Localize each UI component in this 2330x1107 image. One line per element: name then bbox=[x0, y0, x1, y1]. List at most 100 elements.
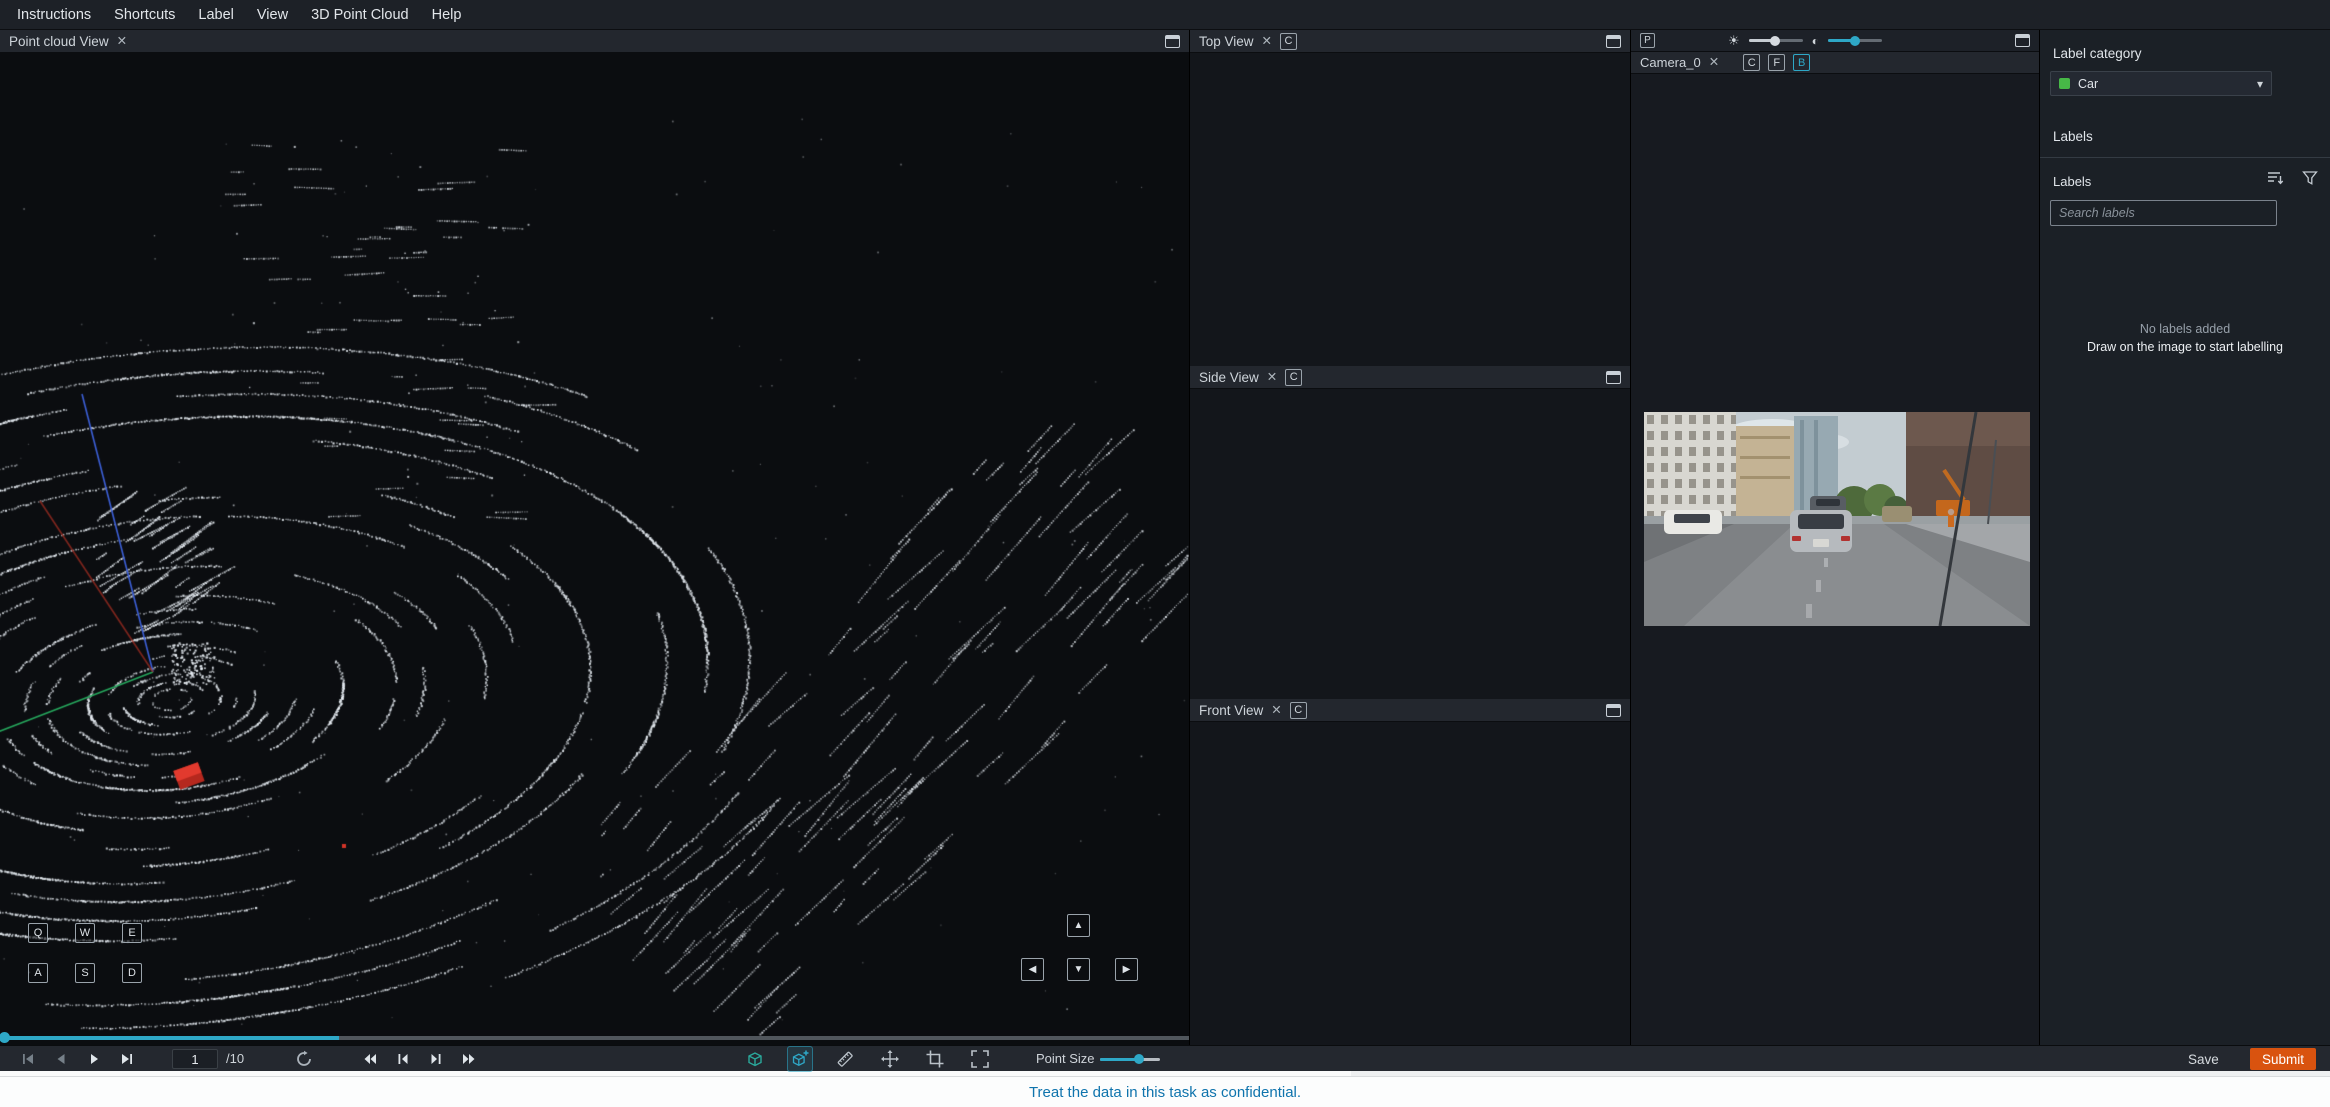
maximize-icon[interactable] bbox=[1165, 34, 1180, 48]
menu-help[interactable]: Help bbox=[427, 7, 467, 23]
top-view-panel: Top View ✕ C bbox=[1189, 30, 1630, 366]
frame-total-label: /10 bbox=[226, 1051, 245, 1066]
camera-b-button[interactable]: B bbox=[1793, 54, 1811, 71]
close-icon[interactable]: ✕ bbox=[1262, 35, 1272, 48]
key-d-button[interactable]: D bbox=[122, 963, 142, 983]
fullscreen-tool-icon[interactable] bbox=[967, 1046, 993, 1072]
front-view-camera-button[interactable]: C bbox=[1289, 701, 1307, 719]
menubar: Instructions Shortcuts Label View 3D Poi… bbox=[0, 0, 2330, 30]
top-view-header: Top View ✕ C bbox=[1190, 30, 1630, 53]
confidential-message: Treat the data in this task as confident… bbox=[1028, 1083, 1302, 1101]
front-view-title: Front View bbox=[1199, 702, 1264, 718]
maximize-icon[interactable] bbox=[2015, 34, 2030, 47]
labels-empty-title: No labels added bbox=[2139, 322, 2231, 336]
contrast-slider-fill bbox=[1827, 39, 1853, 42]
maximize-icon[interactable] bbox=[1606, 34, 1621, 48]
filter-icon[interactable] bbox=[2302, 170, 2318, 186]
arrow-up-icon: ▲ bbox=[1073, 920, 1084, 931]
front-view-viewport[interactable] bbox=[1190, 722, 1630, 1045]
skip-to-first-button[interactable] bbox=[18, 1049, 38, 1069]
point-cloud-panel-header: Point cloud View ✕ bbox=[0, 30, 1189, 53]
step-forward-button[interactable] bbox=[426, 1049, 446, 1069]
cuboid-paint-tool-icon[interactable] bbox=[742, 1046, 768, 1072]
menu-shortcuts[interactable]: Shortcuts bbox=[109, 7, 180, 23]
fast-forward-button[interactable] bbox=[459, 1049, 479, 1069]
measure-tool-icon[interactable] bbox=[832, 1046, 858, 1072]
confidential-banner: Treat the data in this task as confident… bbox=[0, 1076, 2330, 1107]
point-cloud-canvas[interactable] bbox=[0, 53, 1189, 1045]
side-view-title: Side View bbox=[1199, 369, 1259, 385]
close-icon[interactable]: ✕ bbox=[117, 35, 127, 48]
pan-left-button[interactable]: ◀ bbox=[1021, 958, 1044, 981]
frame-number-input[interactable] bbox=[172, 1049, 218, 1069]
top-view-viewport[interactable] bbox=[1190, 53, 1630, 366]
camera-f-button[interactable]: F bbox=[1768, 54, 1786, 71]
point-size-slider[interactable] bbox=[1100, 1054, 1160, 1064]
maximize-icon[interactable] bbox=[1606, 703, 1621, 717]
frame-step-controls bbox=[360, 1049, 479, 1069]
edit-tools bbox=[742, 1046, 993, 1072]
arrow-left-icon: ◀ bbox=[1028, 964, 1037, 975]
brightness-icon: ☀ bbox=[1728, 33, 1740, 48]
brightness-slider[interactable] bbox=[1748, 35, 1803, 46]
previous-frame-button[interactable] bbox=[51, 1049, 71, 1069]
labels-list-actions bbox=[2266, 170, 2318, 186]
menu-3d-point-cloud[interactable]: 3D Point Cloud bbox=[306, 7, 414, 23]
front-view-header: Front View ✕ C bbox=[1190, 699, 1630, 722]
close-icon[interactable]: ✕ bbox=[1709, 56, 1719, 69]
point-cloud-viewport: Q W E A S D ▲ ◀ ▼ ▶ bbox=[0, 53, 1189, 1045]
label-sidebar: Label category Car ▾ Labels Labels No la… bbox=[2039, 30, 2330, 1045]
timeline-loaded-bar bbox=[0, 1036, 339, 1040]
search-labels-input[interactable] bbox=[2050, 200, 2277, 226]
side-view-camera-button[interactable]: C bbox=[1285, 368, 1303, 386]
play-button[interactable] bbox=[84, 1049, 104, 1069]
step-back-button[interactable] bbox=[393, 1049, 413, 1069]
street-scene bbox=[1644, 412, 2030, 626]
refresh-icon[interactable] bbox=[294, 1049, 314, 1069]
top-view-camera-button[interactable]: C bbox=[1280, 32, 1298, 50]
key-w-button[interactable]: W bbox=[75, 923, 95, 943]
front-view-panel: Front View ✕ C bbox=[1189, 699, 1630, 1045]
menu-view[interactable]: View bbox=[252, 7, 293, 23]
point-size-label: Point Size bbox=[1036, 1051, 1095, 1066]
sort-icon[interactable] bbox=[2266, 170, 2284, 186]
rewind-button[interactable] bbox=[360, 1049, 380, 1069]
menu-instructions[interactable]: Instructions bbox=[12, 7, 96, 23]
submit-button[interactable]: Submit bbox=[2250, 1048, 2316, 1070]
skip-to-last-button[interactable] bbox=[117, 1049, 137, 1069]
labels-heading: Labels bbox=[2053, 129, 2093, 144]
pan-up-button[interactable]: ▲ bbox=[1067, 914, 1090, 937]
move-tool-icon[interactable] bbox=[877, 1046, 903, 1072]
crop-tool-icon[interactable] bbox=[922, 1046, 948, 1072]
menu-label[interactable]: Label bbox=[193, 7, 238, 23]
app-root: Instructions Shortcuts Label View 3D Poi… bbox=[0, 0, 2330, 1107]
save-button[interactable]: Save bbox=[2180, 1046, 2227, 1072]
key-e-button[interactable]: E bbox=[122, 923, 142, 943]
key-q-button[interactable]: Q bbox=[28, 923, 48, 943]
side-view-panel: Side View ✕ C bbox=[1189, 366, 1630, 699]
close-icon[interactable]: ✕ bbox=[1267, 371, 1277, 384]
contrast-slider[interactable] bbox=[1827, 35, 1882, 46]
arrow-right-icon: ▶ bbox=[1122, 964, 1131, 975]
add-cuboid-tool-icon[interactable] bbox=[787, 1046, 813, 1072]
key-s-button[interactable]: S bbox=[75, 963, 95, 983]
camera-image[interactable] bbox=[1644, 412, 2030, 626]
key-a-button[interactable]: A bbox=[28, 963, 48, 983]
side-view-header: Side View ✕ C bbox=[1190, 366, 1630, 389]
label-category-select[interactable]: Car ▾ bbox=[2050, 71, 2272, 96]
projection-toggle-button[interactable]: P bbox=[1640, 33, 1655, 48]
maximize-icon[interactable] bbox=[1606, 370, 1621, 384]
contrast-slider-handle[interactable] bbox=[1849, 35, 1860, 46]
point-size-slider-fill bbox=[1100, 1057, 1138, 1061]
frame-timeline-slider[interactable] bbox=[0, 1032, 1189, 1043]
camera-panel: P ☀ ◐ Camera_0 ✕ C F B bbox=[1630, 30, 2039, 1045]
close-icon[interactable]: ✕ bbox=[1271, 704, 1281, 717]
side-view-viewport[interactable] bbox=[1190, 389, 1630, 699]
point-size-slider-handle[interactable] bbox=[1133, 1054, 1144, 1064]
camera-c-button[interactable]: C bbox=[1743, 54, 1761, 71]
brightness-slider-handle[interactable] bbox=[1770, 35, 1781, 46]
pan-right-button[interactable]: ▶ bbox=[1115, 958, 1138, 981]
pan-down-button[interactable]: ▼ bbox=[1067, 958, 1090, 981]
labels-subheading: Labels bbox=[2053, 174, 2092, 189]
point-cloud-panel: Point cloud View ✕ Q W E A S D ▲ ◀ ▼ ▶ bbox=[0, 30, 1189, 1045]
